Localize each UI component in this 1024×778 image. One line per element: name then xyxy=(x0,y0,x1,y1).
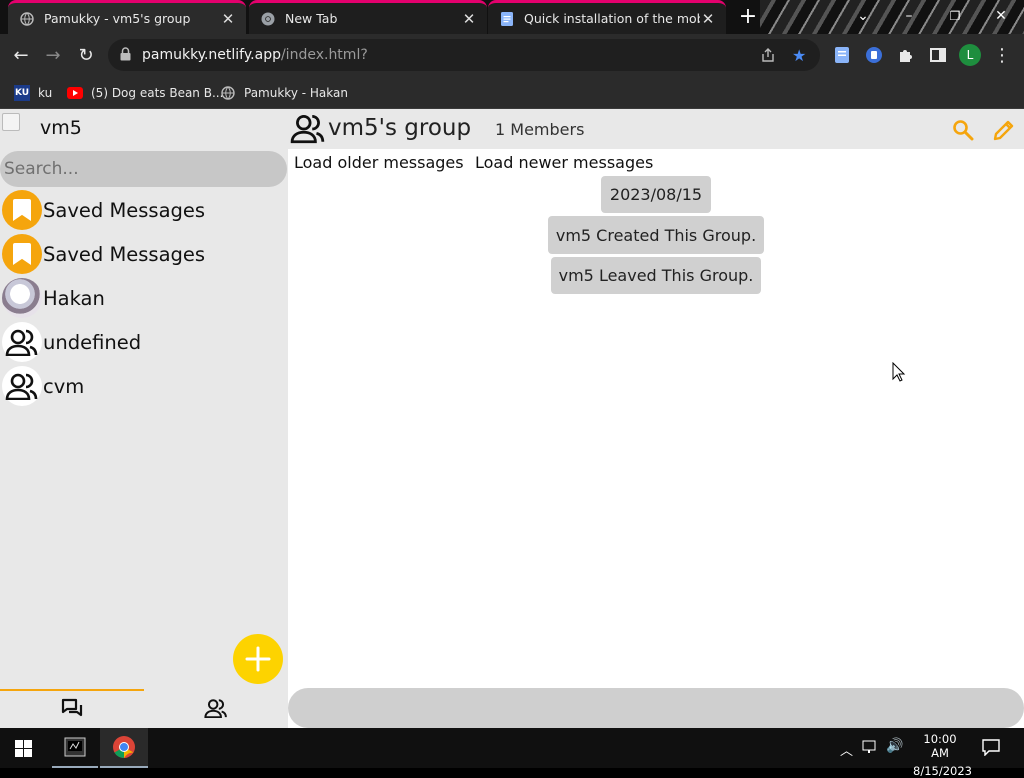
bookmark-pamukky-hakan[interactable]: Pamukky - Hakan xyxy=(220,83,348,103)
bookmark-star-icon[interactable]: ★ xyxy=(792,46,806,65)
new-chat-button[interactable] xyxy=(233,634,283,684)
sidebar: vm5 Saved Messages Saved Messages Hakan … xyxy=(0,109,288,728)
pamukky-app: vm5 Saved Messages Saved Messages Hakan … xyxy=(0,109,1024,728)
bookmarks-bar: KU ku (5) Dog eats Bean B... Pamukky - H… xyxy=(0,76,1024,109)
chat-item-cvm[interactable]: cvm xyxy=(0,364,288,408)
address-bar[interactable]: pamukky.netlify.app/index.html? ★ xyxy=(108,39,820,71)
chat-name: Saved Messages xyxy=(43,242,206,266)
taskbar-app-icon[interactable] xyxy=(52,728,98,768)
user-avatar[interactable] xyxy=(2,113,20,131)
puzzle-icon[interactable] xyxy=(893,42,919,68)
group-icon xyxy=(2,366,42,406)
group-name[interactable]: vm5's group xyxy=(328,115,471,141)
chat-name: undefined xyxy=(43,330,142,354)
message-input[interactable] xyxy=(288,688,1024,728)
lock-icon[interactable] xyxy=(120,47,131,65)
search-icon[interactable] xyxy=(952,119,974,141)
chat-header: vm5's group 1 Members xyxy=(288,109,1024,149)
chrome-icon xyxy=(261,12,275,26)
tray-expand-icon[interactable]: ︿ xyxy=(840,740,853,759)
url-path: /index.html? xyxy=(280,47,368,63)
minimize-button[interactable]: – xyxy=(886,0,932,32)
restore-button[interactable]: ❐ xyxy=(932,0,978,32)
extension-docs-icon[interactable] xyxy=(829,42,855,68)
close-tab-icon[interactable]: ✕ xyxy=(461,10,477,28)
chat-name: cvm xyxy=(43,374,85,398)
network-icon[interactable] xyxy=(862,739,880,758)
bookmark-dog-video[interactable]: (5) Dog eats Bean B... xyxy=(67,83,223,103)
share-icon[interactable] xyxy=(760,47,776,67)
photo-avatar xyxy=(2,278,42,318)
system-message: vm5 Created This Group. xyxy=(548,216,764,254)
chat-item-undefined[interactable]: undefined xyxy=(0,320,288,364)
edit-icon[interactable] xyxy=(992,118,1016,142)
clock[interactable]: 10:00 AM 8/15/2023 xyxy=(913,732,972,778)
group-icon xyxy=(290,112,326,146)
bookmark-label: (5) Dog eats Bean B... xyxy=(91,86,224,100)
current-username: vm5 xyxy=(40,117,82,139)
group-icon xyxy=(2,322,42,362)
bookmark-icon xyxy=(2,234,42,274)
clock-time: 10:00 AM xyxy=(923,732,957,760)
bookmark-label: ku xyxy=(38,86,53,100)
chat-name: Saved Messages xyxy=(43,198,206,222)
volume-icon[interactable]: 🔊 xyxy=(886,738,903,754)
date-separator: 2023/08/15 xyxy=(601,176,711,213)
search-input[interactable] xyxy=(0,151,287,187)
notifications-icon[interactable] xyxy=(982,739,1000,759)
tab-title: Quick installation of the mobile s xyxy=(524,11,700,26)
extension-shield-icon[interactable] xyxy=(861,42,887,68)
sidebar-header: vm5 xyxy=(0,109,288,149)
chat-item-saved-messages[interactable]: Saved Messages xyxy=(0,232,288,276)
system-message: vm5 Leaved This Group. xyxy=(551,257,761,294)
chats-icon xyxy=(61,698,83,717)
plus-icon xyxy=(245,646,271,672)
windows-start-icon[interactable] xyxy=(15,740,32,761)
chrome-taskbar-icon[interactable] xyxy=(100,728,148,768)
new-tab-button[interactable]: + xyxy=(728,0,768,32)
ku-logo-icon: KU xyxy=(14,85,30,101)
youtube-icon xyxy=(67,85,83,101)
tab-quick-installation[interactable]: Quick installation of the mobile s ✕ xyxy=(488,0,726,34)
bookmark-icon xyxy=(2,190,42,230)
browser-tab-strip: Pamukky - vm5's group ✕ New Tab ✕ Quick … xyxy=(0,0,1024,34)
side-panel-icon[interactable] xyxy=(925,42,951,68)
sidebar-tabs xyxy=(0,689,288,728)
windows-taskbar: ︿ 🔊 10:00 AM 8/15/2023 xyxy=(0,728,1024,778)
tab-title: Pamukky - vm5's group xyxy=(44,11,191,26)
close-tab-icon[interactable]: ✕ xyxy=(700,10,716,28)
tab-new-tab[interactable]: New Tab ✕ xyxy=(249,0,487,34)
load-newer-messages-button[interactable]: Load newer messages xyxy=(475,153,653,172)
chat-panel: vm5's group 1 Members Load older message… xyxy=(288,109,1024,728)
docs-icon xyxy=(500,11,514,26)
globe-icon xyxy=(20,11,34,26)
forward-icon[interactable]: → xyxy=(40,42,66,68)
chat-item-saved-messages[interactable]: Saved Messages xyxy=(0,188,288,232)
chat-item-hakan[interactable]: Hakan xyxy=(0,276,288,320)
tab-search-icon[interactable]: ⌄ xyxy=(840,0,886,32)
browser-toolbar: ← → ↻ pamukky.netlify.app/index.html? ★ … xyxy=(0,34,1024,76)
url-host: pamukky.netlify.app xyxy=(142,47,281,63)
tab-groups[interactable] xyxy=(144,698,288,722)
back-icon[interactable]: ← xyxy=(8,42,34,68)
load-older-messages-button[interactable]: Load older messages xyxy=(294,153,464,172)
close-window-button[interactable]: ✕ xyxy=(978,0,1024,32)
clock-date: 8/15/2023 xyxy=(913,764,972,778)
reload-icon[interactable]: ↻ xyxy=(73,42,99,68)
group-icon xyxy=(204,699,227,718)
more-menu-icon[interactable]: ⋮ xyxy=(989,42,1015,68)
tab-chats[interactable] xyxy=(0,698,144,722)
tab-pamukky[interactable]: Pamukky - vm5's group ✕ xyxy=(8,0,246,34)
chat-name: Hakan xyxy=(43,286,105,310)
mouse-cursor-icon xyxy=(892,361,906,386)
bookmark-ku[interactable]: KU ku xyxy=(14,83,52,103)
member-count[interactable]: 1 Members xyxy=(495,120,584,139)
tab-title: New Tab xyxy=(285,11,338,26)
active-tab-indicator xyxy=(0,689,144,691)
profile-avatar[interactable]: L xyxy=(957,42,983,68)
globe-icon xyxy=(220,85,236,101)
bookmark-label: Pamukky - Hakan xyxy=(244,86,348,100)
close-tab-icon[interactable]: ✕ xyxy=(220,10,236,28)
